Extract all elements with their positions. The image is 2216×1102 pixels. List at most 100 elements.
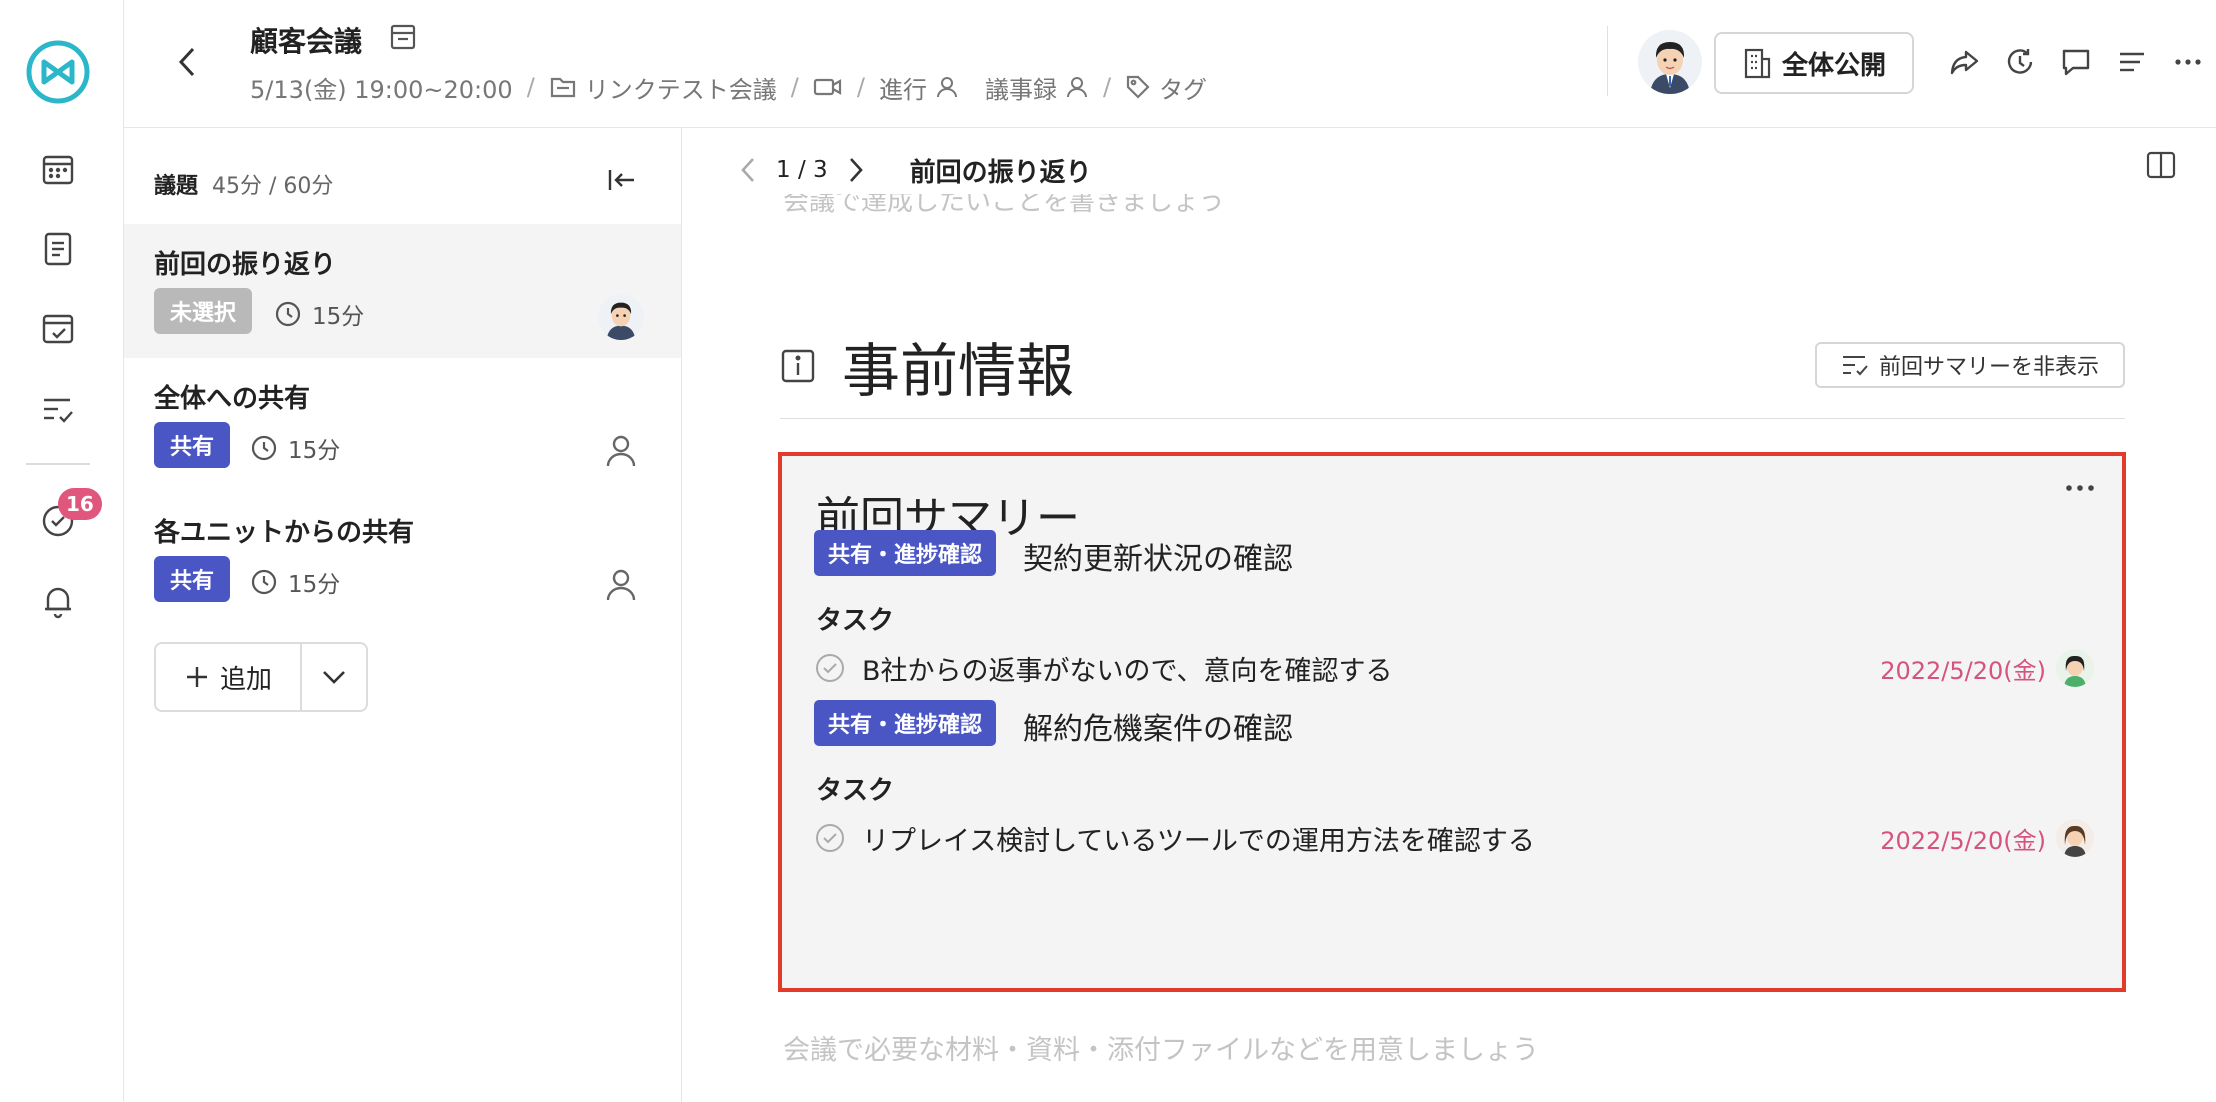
meeting-meta: 5/13(金) 19:00~20:00 / リンクテスト会議 / / 進行 議事…: [250, 70, 1207, 104]
list-check-icon: [1842, 356, 1868, 376]
clock-icon: [275, 301, 301, 327]
outline-list-icon[interactable]: [2114, 44, 2150, 80]
section-title: 事前情報: [842, 337, 1075, 405]
task-assignee-avatar[interactable]: [2056, 649, 2094, 687]
agenda-header: 議題 45分 / 60分: [154, 168, 333, 200]
agenda-item-title: 全体への共有: [154, 384, 311, 414]
task-section-label: タスク: [816, 776, 895, 806]
agenda-duration[interactable]: 15分: [274, 297, 364, 331]
minutes-label: 議事録: [984, 75, 1057, 104]
document-icon[interactable]: [37, 228, 79, 270]
split-view-icon[interactable]: [2145, 150, 2177, 180]
agenda-item[interactable]: 全体への共有 共有 15分: [124, 358, 681, 492]
collapse-panel-icon[interactable]: [606, 166, 638, 194]
agenda-status-badge[interactable]: 共有: [154, 422, 231, 468]
folder-icon: [550, 77, 575, 98]
add-agenda-label: 追加: [219, 664, 272, 695]
task-check-icon[interactable]: [814, 652, 846, 684]
add-agenda-button[interactable]: 追加: [156, 644, 302, 710]
add-options-dropdown[interactable]: [302, 644, 366, 710]
minutes-taker-selector[interactable]: 議事録: [985, 70, 1089, 105]
rail-divider: [26, 463, 90, 465]
meeting-folder[interactable]: リンクテスト会議: [549, 70, 777, 105]
section-header: 事前情報: [780, 324, 1074, 408]
tag-icon: [1126, 75, 1150, 99]
assignee-avatar[interactable]: [598, 294, 644, 340]
agenda-duration[interactable]: 15分: [250, 565, 340, 599]
task-row[interactable]: リプレイス検討しているツールでの運用方法を確認する 2022/5/20(金): [814, 816, 2094, 860]
clock-icon: [251, 569, 277, 595]
materials-placeholder[interactable]: 会議で必要な材料・資料・添付ファイルなどを用意しましょう: [783, 1028, 1539, 1067]
comment-icon[interactable]: [2058, 44, 2094, 80]
agenda-item-title: 各ユニットからの共有: [154, 518, 415, 548]
hide-summary-button[interactable]: 前回サマリーを非表示: [1815, 342, 2125, 388]
more-horizontal-icon[interactable]: [2170, 44, 2206, 80]
agenda-pager: 1 / 3 前回の振り返り: [738, 148, 1092, 192]
current-agenda-title: 前回の振り返り: [909, 157, 1092, 188]
agenda-duration-value: 15分: [288, 438, 341, 464]
person-icon: [936, 77, 957, 98]
topic-category-badge: 共有・進捗確認: [814, 530, 997, 576]
agenda-item[interactable]: 各ユニットからの共有 共有 15分: [124, 492, 681, 626]
user-avatar[interactable]: [1638, 30, 1702, 94]
agenda-status-badge[interactable]: 未選択: [154, 288, 253, 334]
meta-separator: /: [1102, 73, 1112, 101]
tag-label: タグ: [1159, 75, 1208, 104]
topic-title: 契約更新状況の確認: [1023, 542, 1293, 577]
task-row[interactable]: B社からの返事がないので、意向を確認する 2022/5/20(金): [814, 646, 2094, 690]
agenda-duration-value: 15分: [288, 572, 341, 598]
topic-category-badge: 共有・進捗確認: [814, 700, 997, 746]
tag-selector[interactable]: タグ: [1125, 70, 1207, 105]
facilitator-label: 進行: [878, 75, 927, 104]
task-text: B社からの返事がないので、意向を確認する: [862, 655, 1393, 687]
assignee-placeholder-icon[interactable]: [598, 562, 644, 608]
main-content: 1 / 3 前回の振り返り 会議で達成したいことを書きましょう 事前情報 前回サ…: [683, 128, 2216, 1102]
template-icon[interactable]: [388, 22, 418, 52]
next-page-icon[interactable]: [846, 155, 866, 185]
task-text: リプレイス検討しているツールでの運用方法を確認する: [862, 825, 1535, 857]
agenda-duration[interactable]: 15分: [250, 431, 340, 465]
task-section-label: タスク: [816, 606, 895, 636]
visibility-label: 全体公開: [1781, 50, 1886, 81]
meta-separator: /: [856, 73, 865, 101]
agenda-status-badge[interactable]: 共有: [154, 556, 231, 602]
goal-placeholder[interactable]: 会議で達成したいことを書きましょう: [783, 194, 1225, 220]
task-check-icon[interactable]: [814, 822, 846, 854]
clock-icon: [251, 435, 277, 461]
assignee-placeholder-icon[interactable]: [598, 428, 644, 474]
header-divider: [1607, 26, 1608, 96]
hide-summary-label: 前回サマリーを非表示: [1878, 355, 2099, 380]
calendar-icon[interactable]: [37, 148, 79, 190]
add-agenda-control: 追加: [154, 642, 368, 712]
back-arrow-icon[interactable]: [168, 44, 204, 80]
agenda-item[interactable]: 前回の振り返り 未選択 15分: [124, 224, 681, 358]
meeting-datetime[interactable]: 5/13(金) 19:00~20:00: [250, 70, 513, 105]
section-divider: [780, 418, 2125, 419]
meta-separator: /: [526, 73, 535, 101]
info-icon: [781, 349, 815, 383]
meta-separator: /: [790, 73, 799, 101]
facilitator-selector[interactable]: 進行: [879, 70, 959, 105]
topic-title: 解約危機案件の確認: [1023, 712, 1293, 747]
left-rail: 16: [0, 0, 124, 1102]
bell-icon[interactable]: [37, 580, 79, 622]
meeting-title[interactable]: 顧客会議: [250, 20, 362, 60]
share-icon[interactable]: [1946, 44, 1982, 80]
task-list-icon[interactable]: [37, 388, 79, 430]
task-due-date[interactable]: 2022/5/20(金): [1880, 651, 2046, 686]
agenda-item-title: 前回の振り返り: [154, 250, 337, 280]
task-assignee-avatar[interactable]: [2056, 819, 2094, 857]
video-icon[interactable]: [813, 76, 843, 98]
building-icon: [1744, 48, 1771, 79]
page-indicator: 1 / 3: [776, 157, 828, 183]
history-icon[interactable]: [2002, 44, 2038, 80]
calendar-check-icon[interactable]: [37, 308, 79, 350]
visibility-button[interactable]: 全体公開: [1714, 32, 1914, 94]
meeting-folder-label: リンクテスト会議: [584, 75, 777, 104]
app-logo-icon[interactable]: [26, 40, 90, 104]
person-icon: [1066, 77, 1087, 98]
more-horizontal-icon[interactable]: [2062, 478, 2098, 498]
prev-page-icon[interactable]: [738, 155, 758, 185]
task-due-date[interactable]: 2022/5/20(金): [1880, 821, 2046, 856]
agenda-label: 議題: [154, 174, 199, 199]
